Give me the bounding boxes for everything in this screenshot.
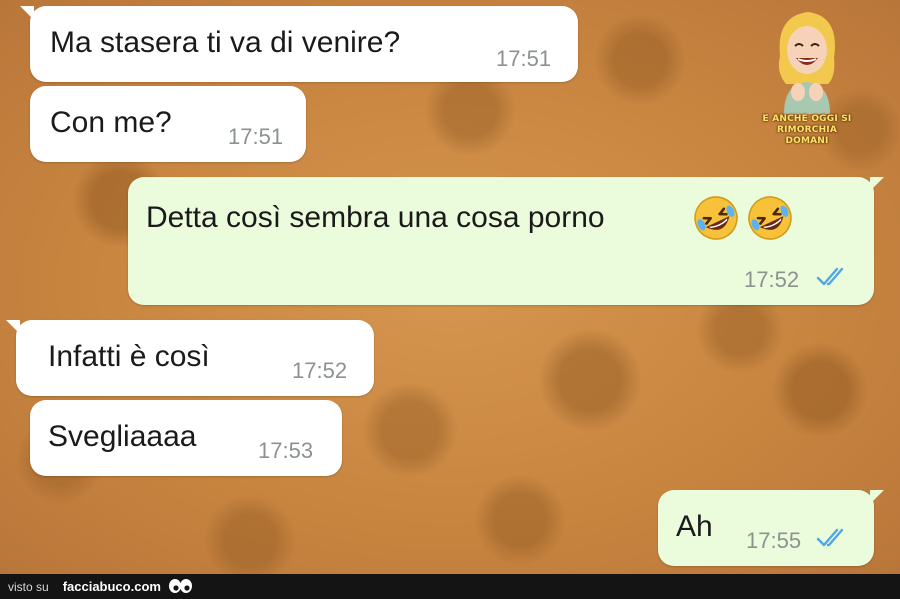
message-bubble-incoming[interactable]: Svegliaaaa 17:53 (30, 400, 342, 476)
watermark-logo: E ANCHE OGGI SI RIMORCHIA DOMANI (758, 6, 856, 146)
message-bubble-outgoing[interactable]: Detta così sembra una cosa porno 17:52 (128, 177, 884, 305)
message-bubble-incoming[interactable]: Infatti è così 17:52 (6, 320, 374, 396)
message-text: Ma stasera ti va di venire? (50, 26, 401, 59)
message-text: Infatti è così (48, 340, 210, 373)
rolling-on-floor-laughing-emoji (746, 194, 794, 242)
message-text: Con me? (50, 106, 172, 139)
watermark-caption: E ANCHE OGGI SI RIMORCHIA DOMANI (762, 114, 852, 146)
rolling-on-floor-laughing-emoji (692, 194, 740, 242)
eyes-icon (168, 578, 192, 593)
message-timestamp: 17:52 (292, 358, 348, 383)
message-text: Ah (676, 510, 713, 543)
message-bubble-incoming[interactable]: Con me? 17:51 (30, 86, 306, 162)
site-footer: visto su facciabuco.com (0, 574, 900, 599)
read-receipt-icon (816, 267, 844, 286)
message-bubble-outgoing[interactable]: Ah 17:55 (658, 490, 884, 566)
message-text: Detta così sembra una cosa porno (146, 201, 605, 234)
message-text: Svegliaaaa (48, 420, 197, 453)
laughing-woman-icon (778, 12, 835, 114)
footer-prefix: visto su (8, 579, 49, 594)
footer-site-link[interactable]: facciabuco.com (63, 579, 161, 594)
message-timestamp: 17:51 (496, 46, 552, 71)
message-bubble-incoming[interactable]: Ma stasera ti va di venire? 17:51 (20, 6, 578, 82)
read-receipt-icon (816, 528, 844, 547)
message-timestamp: 17:52 (744, 267, 800, 292)
message-timestamp: 17:51 (228, 124, 284, 149)
message-timestamp: 17:53 (258, 438, 314, 463)
message-timestamp: 17:55 (746, 528, 802, 553)
